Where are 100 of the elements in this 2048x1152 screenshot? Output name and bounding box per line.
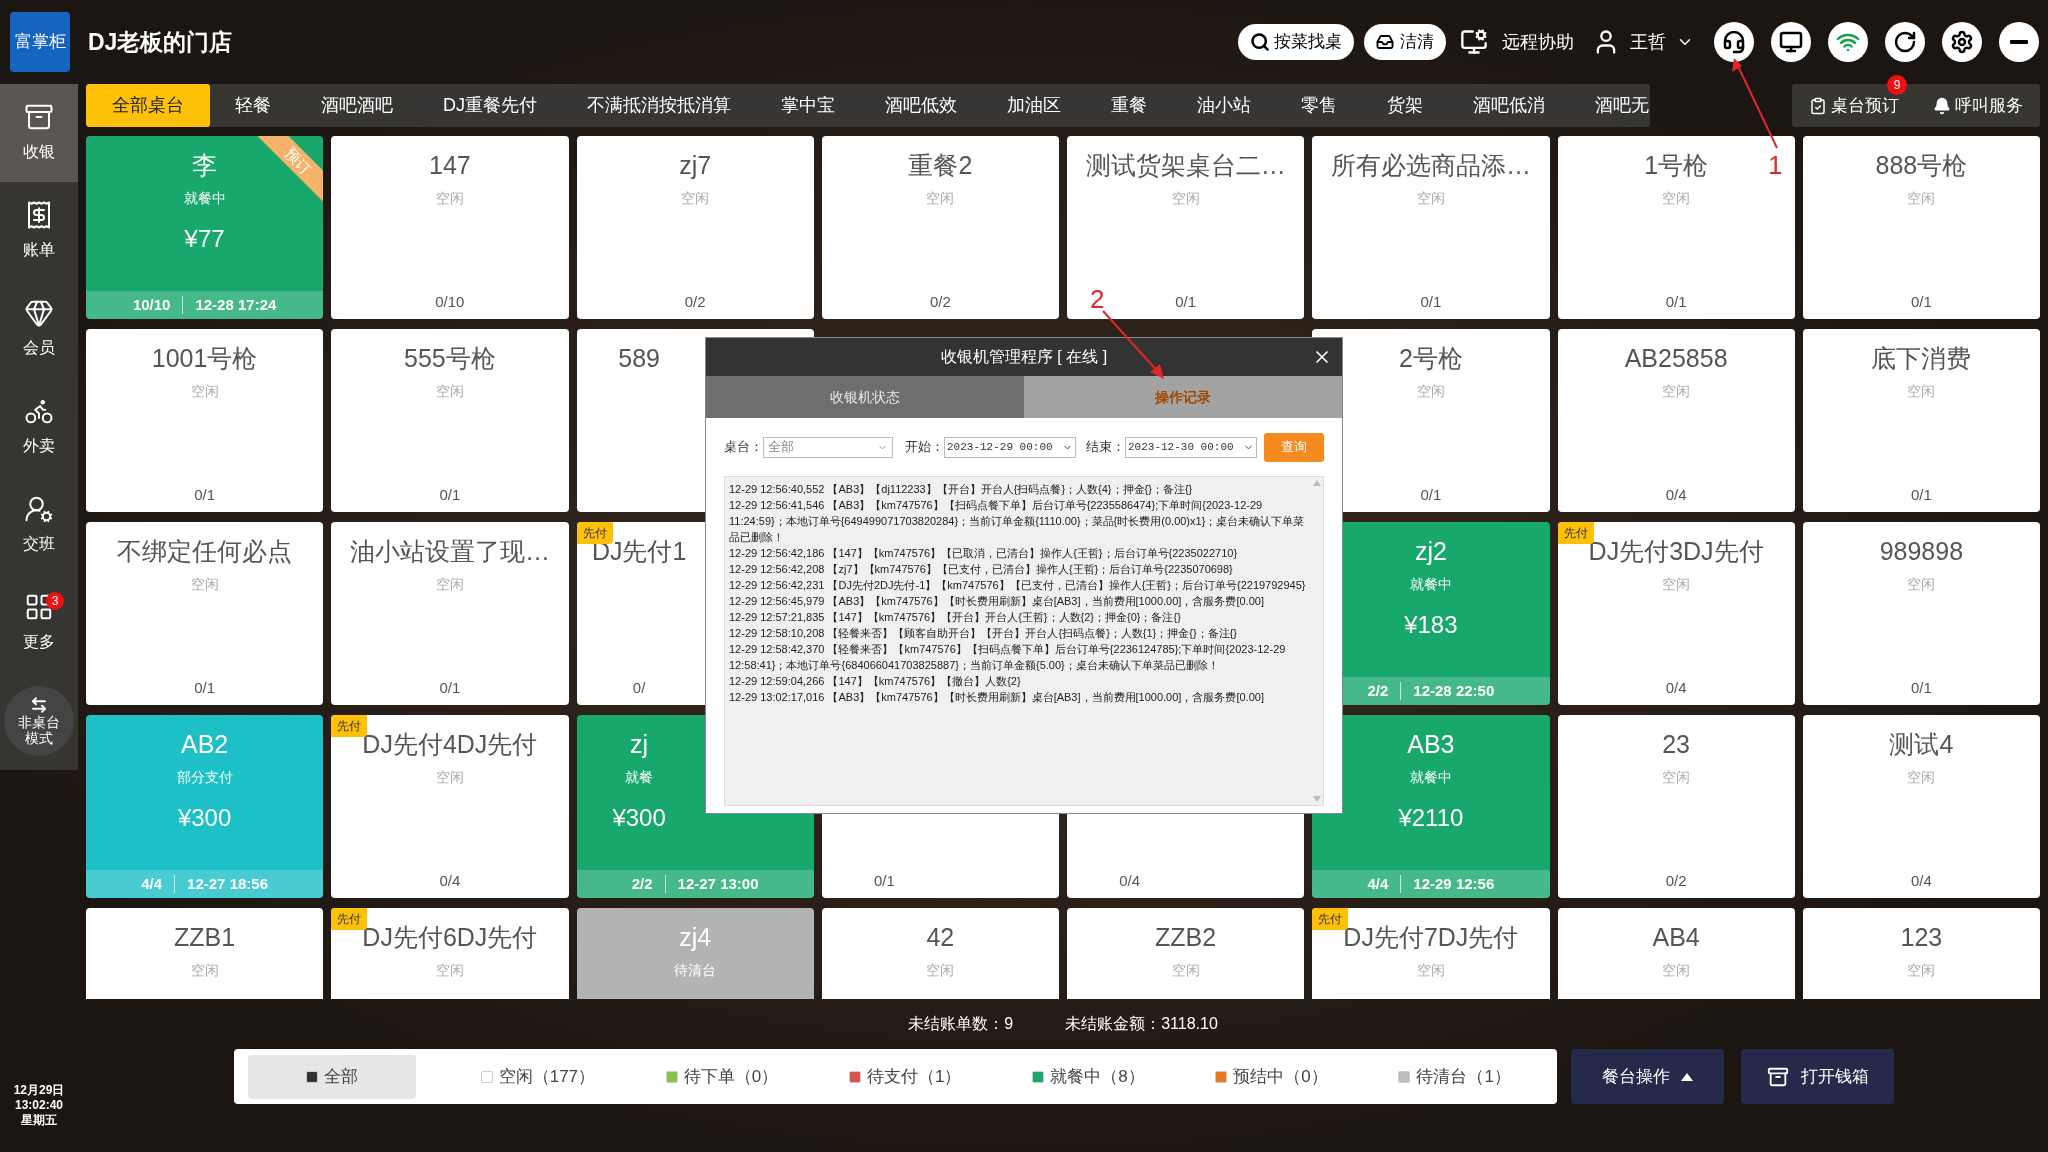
table-card[interactable]: ZZB1 空闲 bbox=[86, 908, 324, 999]
table-card[interactable]: 555号枪 空闲 0/1 bbox=[331, 329, 569, 512]
table-card[interactable]: 1001号枪 空闲 0/1 bbox=[86, 329, 324, 512]
table-card[interactable]: 888号枪 空闲 0/1 bbox=[1802, 136, 2040, 319]
table-name: zj2 bbox=[1414, 536, 1447, 567]
sidebar-item[interactable]: 收银 bbox=[0, 84, 78, 182]
table-card[interactable]: 先付 DJ先付3DJ先付 空闲 0/4 bbox=[1557, 522, 1795, 705]
status-filter[interactable]: 待下单（0） bbox=[659, 1054, 785, 1099]
status-filter[interactable]: 全部 bbox=[248, 1054, 416, 1099]
sidebar-item[interactable]: 账单 bbox=[0, 182, 78, 280]
table-name: 测试货架桌台二… bbox=[1085, 150, 1286, 181]
swap-icon bbox=[30, 696, 48, 714]
user-menu[interactable]: 王哲 bbox=[1592, 28, 1694, 56]
status-filter[interactable]: 预结中（0） bbox=[1209, 1054, 1334, 1099]
table-card[interactable]: AB25858 空闲 0/4 bbox=[1557, 329, 1795, 512]
table-name: 2号枪 bbox=[1398, 343, 1463, 374]
notification-badge: 9 bbox=[1887, 74, 1907, 95]
table-status: 空闲 bbox=[1416, 961, 1445, 980]
table-card[interactable]: 重餐2 空闲 0/2 bbox=[821, 136, 1059, 319]
table-card[interactable]: 123 空闲 bbox=[1802, 908, 2040, 999]
refresh-icon bbox=[1893, 30, 1917, 54]
field-label: 结束： bbox=[1086, 438, 1125, 457]
headset-button[interactable] bbox=[1714, 22, 1754, 62]
category-tab[interactable]: 酒吧低效 bbox=[860, 84, 982, 127]
category-tab[interactable]: 酒吧低消 bbox=[1448, 84, 1570, 127]
status-filter[interactable]: 待支付（1） bbox=[842, 1054, 968, 1099]
sidebar-item[interactable]: 更多 3 bbox=[0, 574, 78, 672]
category-tab[interactable]: 掌中宝 bbox=[756, 84, 860, 127]
table-amount: ¥300 bbox=[177, 803, 232, 833]
non-table-mode-button[interactable]: 非桌台 模式 bbox=[4, 686, 74, 756]
end-date-field[interactable]: 2023-12-30 00:00 bbox=[1125, 436, 1257, 458]
category-tab[interactable]: 全部桌台 bbox=[86, 84, 210, 127]
table-status: 空闲 bbox=[1662, 768, 1691, 787]
table-card[interactable]: ZZB2 空闲 bbox=[1067, 908, 1305, 999]
table-card[interactable]: 先付 DJ先付4DJ先付 空闲 0/4 bbox=[331, 715, 569, 898]
table-card[interactable]: AB4 空闲 bbox=[1557, 908, 1795, 999]
seat-count: 0/2 bbox=[684, 291, 706, 312]
open-time: 12-28 17:24 bbox=[195, 294, 277, 315]
table-status: 空闲 bbox=[926, 189, 955, 208]
table-status: 空闲 bbox=[435, 382, 464, 401]
sidebar-item[interactable]: 外卖 bbox=[0, 378, 78, 476]
category-tab[interactable]: 不满抵消按抵消算 bbox=[562, 84, 756, 127]
table-card[interactable]: 989898 空闲 0/1 bbox=[1802, 522, 2040, 705]
category-tab[interactable]: 酒吧无 bbox=[1570, 84, 1650, 127]
table-status: 就餐中 bbox=[1409, 575, 1452, 594]
seat-count: 10/10 bbox=[132, 294, 171, 315]
table-select[interactable]: 全部 bbox=[763, 436, 893, 458]
wifi-button[interactable] bbox=[1828, 22, 1868, 62]
table-status: 空闲 bbox=[190, 382, 219, 401]
table-name: 1号枪 bbox=[1644, 150, 1709, 181]
category-tab[interactable]: DJ重餐先付 bbox=[418, 84, 562, 127]
category-tab[interactable]: 加油区 bbox=[982, 84, 1086, 127]
table-card[interactable]: 先付 DJ先付6DJ先付 空闲 bbox=[331, 908, 569, 999]
cash-drawer-button[interactable]: 打开钱箱 bbox=[1741, 1049, 1894, 1104]
call-service-button[interactable]: 呼叫服务 bbox=[1933, 92, 2023, 119]
table-card[interactable]: 油小站设置了现… 空闲 0/1 bbox=[331, 522, 569, 705]
table-amount: ¥77 bbox=[184, 224, 225, 254]
status-filter[interactable]: 空闲（177） bbox=[474, 1054, 602, 1099]
find-table-button[interactable]: 按菜找桌 bbox=[1238, 24, 1354, 60]
unpaid-amount: 未结账金额：3118.10 bbox=[1065, 1014, 1218, 1034]
table-card[interactable]: 147 空闲 0/10 bbox=[331, 136, 569, 319]
table-status: 空闲 bbox=[435, 189, 464, 208]
table-card[interactable]: zj7 空闲 0/2 bbox=[576, 136, 814, 319]
table-status: 空闲 bbox=[1907, 575, 1936, 594]
table-name: 油小站设置了现… bbox=[349, 536, 550, 567]
status-filter[interactable]: 待清台（1） bbox=[1392, 1054, 1517, 1099]
category-tab[interactable]: 货架 bbox=[1362, 84, 1448, 127]
minimize-button[interactable] bbox=[1999, 22, 2039, 62]
table-card[interactable]: 测试4 空闲 0/4 bbox=[1802, 715, 2040, 898]
table-name: 重餐2 bbox=[908, 150, 973, 181]
sidebar-item[interactable]: 会员 bbox=[0, 280, 78, 378]
table-name: 555号枪 bbox=[404, 343, 496, 374]
category-tab[interactable]: 重餐 bbox=[1086, 84, 1172, 127]
remote-assist-button[interactable]: 远程协助 bbox=[1460, 28, 1574, 56]
seat-count: 0/2 bbox=[1665, 870, 1687, 891]
table-operations-button[interactable]: 餐台操作 bbox=[1571, 1049, 1724, 1104]
clean-button[interactable]: 洁清 bbox=[1364, 24, 1446, 60]
status-filter[interactable]: 就餐中（8） bbox=[1026, 1054, 1151, 1099]
table-card[interactable]: 所有必选商品添… 空闲 0/1 bbox=[1312, 136, 1550, 319]
refresh-button[interactable] bbox=[1885, 22, 1925, 62]
settings-button[interactable] bbox=[1942, 22, 1982, 62]
monitor-button[interactable] bbox=[1771, 22, 1811, 62]
table-card[interactable]: 23 空闲 0/2 bbox=[1557, 715, 1795, 898]
table-card[interactable]: 先付 DJ先付7DJ先付 空闲 bbox=[1312, 908, 1550, 999]
minimize-icon bbox=[2010, 40, 2028, 44]
category-tab[interactable]: 轻餐 bbox=[210, 84, 296, 127]
table-name: 989898 bbox=[1879, 536, 1964, 567]
seat-count: 4/4 bbox=[141, 873, 163, 894]
dialog-tab[interactable]: 收银机状态 bbox=[706, 376, 1024, 418]
table-card[interactable]: 42 空闲 bbox=[821, 908, 1059, 999]
sidebar-item[interactable]: 交班 bbox=[0, 476, 78, 574]
open-time: 12-27 18:56 bbox=[187, 873, 268, 894]
table-card[interactable]: 底下消费 空闲 0/1 bbox=[1802, 329, 2040, 512]
table-name: 所有必选商品添… bbox=[1330, 150, 1531, 181]
category-tab[interactable]: 油小站 bbox=[1172, 84, 1276, 127]
category-tab[interactable]: 酒吧酒吧 bbox=[296, 84, 418, 127]
seat-count: 0/1 bbox=[1910, 677, 1932, 698]
start-date-field[interactable]: 2023-12-29 00:00 bbox=[944, 436, 1076, 458]
category-tab[interactable]: 零售 bbox=[1276, 84, 1362, 127]
table-card[interactable]: 不绑定任何必点 空闲 0/1 bbox=[86, 522, 324, 705]
